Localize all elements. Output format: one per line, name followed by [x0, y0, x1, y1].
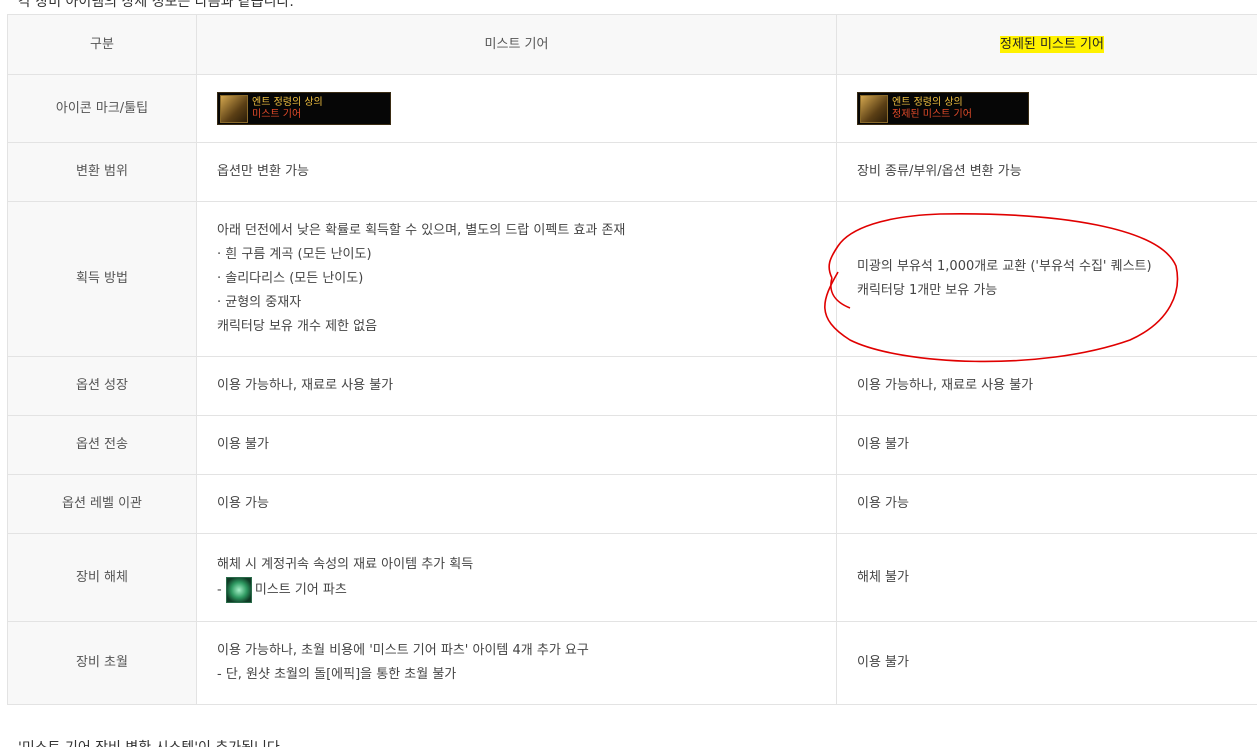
dismantle-line: 해체 시 계정귀속 속성의 재료 아이템 추가 획득 — [217, 556, 474, 572]
refined-transcend-value: 이용 불가 — [836, 621, 1257, 705]
row-label-dismantle: 장비 해체 — [7, 533, 197, 622]
tooltip-item-type: 미스트 기어 — [252, 108, 302, 120]
comparison-table: 구분 미스트 기어 정제된 미스트 기어 아이콘 마크/툴팁 엔트 정령의 상의… — [7, 14, 1257, 705]
row-label-obtain: 획득 방법 — [7, 201, 197, 357]
obtain-line: · 솔리다리스 (모든 난이도) — [217, 271, 364, 286]
armor-item-icon — [860, 94, 888, 123]
table-header-row: 구분 미스트 기어 정제된 미스트 기어 — [7, 14, 1257, 75]
row-label-convert: 변환 범위 — [7, 142, 197, 202]
intro-text: 각 장비 아이템의 상세 정보는 다음과 같습니다. — [18, 0, 294, 10]
dismantle-dash: - — [217, 582, 226, 597]
row-label-transfer: 옵션 전송 — [7, 415, 197, 475]
refined-growth-value: 이용 가능하나, 재료로 사용 불가 — [836, 356, 1257, 416]
obtain-line: · 흰 구름 계곡 (모든 난이도) — [217, 247, 372, 262]
header-mist-gear: 미스트 기어 — [196, 14, 837, 75]
row-label-transcend: 장비 초월 — [7, 621, 197, 705]
header-refined-mist-gear: 정제된 미스트 기어 — [1000, 35, 1104, 53]
row-label-level: 옵션 레벨 이관 — [7, 474, 197, 534]
table-row-obtain: 획득 방법 아래 던전에서 낮은 확률로 획득할 수 있으며, 별도의 드랍 이… — [7, 201, 1257, 357]
armor-item-icon — [220, 94, 248, 123]
table-row-dismantle: 장비 해체 해체 시 계정귀속 속성의 재료 아이템 추가 획득 - 미스트 기… — [7, 533, 1257, 622]
obtain-line: · 균형의 중재자 — [217, 295, 302, 310]
refined-level-value: 이용 가능 — [836, 474, 1257, 534]
mist-transfer-value: 이용 불가 — [196, 415, 837, 475]
header-category: 구분 — [7, 14, 197, 75]
refined-mist-gear-tooltip: 엔트 정령의 상의 정제된 미스트 기어 — [857, 92, 1029, 125]
tooltip-item-type: 정제된 미스트 기어 — [892, 108, 972, 120]
refined-convert-value: 장비 종류/부위/옵션 변환 가능 — [836, 142, 1257, 202]
table-row-transfer: 옵션 전송 이용 불가 이용 불가 — [7, 415, 1257, 475]
refined-obtain-line: 캐릭터당 1개만 보유 가능 — [857, 283, 998, 298]
row-label-growth: 옵션 성장 — [7, 356, 197, 416]
obtain-line: 아래 던전에서 낮은 확률로 획득할 수 있으며, 별도의 드랍 이펙트 효과 … — [217, 223, 626, 238]
table-row-icon: 아이콘 마크/툴팁 엔트 정령의 상의 미스트 기어 엔트 정령의 상의 정제된… — [7, 74, 1257, 143]
dismantle-item-name: 미스트 기어 파츠 — [254, 582, 347, 597]
tooltip-item-name: 엔트 정령의 상의 — [252, 96, 323, 108]
mist-convert-value: 옵션만 변환 가능 — [196, 142, 837, 202]
obtain-line: 캐릭터당 보유 개수 제한 없음 — [217, 319, 378, 334]
mist-gear-tooltip: 엔트 정령의 상의 미스트 기어 — [217, 92, 391, 125]
refined-obtain-line: 미광의 부유석 1,000개로 교환 ('부유석 수집' 퀘스트) — [857, 259, 1152, 274]
table-row-level: 옵션 레벨 이관 이용 가능 이용 가능 — [7, 474, 1257, 534]
transcend-line: 이용 가능하나, 초월 비용에 '미스트 기어 파츠' 아이템 4개 추가 요구 — [217, 643, 589, 658]
mist-level-value: 이용 가능 — [196, 474, 837, 534]
refined-dismantle-value: 해체 불가 — [836, 533, 1257, 622]
table-row-convert: 변환 범위 옵션만 변환 가능 장비 종류/부위/옵션 변환 가능 — [7, 142, 1257, 202]
row-label-icon: 아이콘 마크/툴팁 — [7, 74, 197, 143]
table-row-transcend: 장비 초월 이용 가능하나, 초월 비용에 '미스트 기어 파츠' 아이템 4개… — [7, 621, 1257, 705]
transcend-line: - 단, 원샷 초월의 돌[에픽]을 통한 초월 불가 — [217, 667, 457, 682]
table-row-growth: 옵션 성장 이용 가능하나, 재료로 사용 불가 이용 가능하나, 재료로 사용… — [7, 356, 1257, 416]
mist-growth-value: 이용 가능하나, 재료로 사용 불가 — [196, 356, 837, 416]
tooltip-item-name: 엔트 정령의 상의 — [892, 96, 963, 108]
outro-text: '미스트 기어 장비 변환 시스템'이 추가됩니다. — [18, 737, 284, 747]
mist-gear-parts-icon — [225, 576, 252, 603]
refined-transfer-value: 이용 불가 — [836, 415, 1257, 475]
